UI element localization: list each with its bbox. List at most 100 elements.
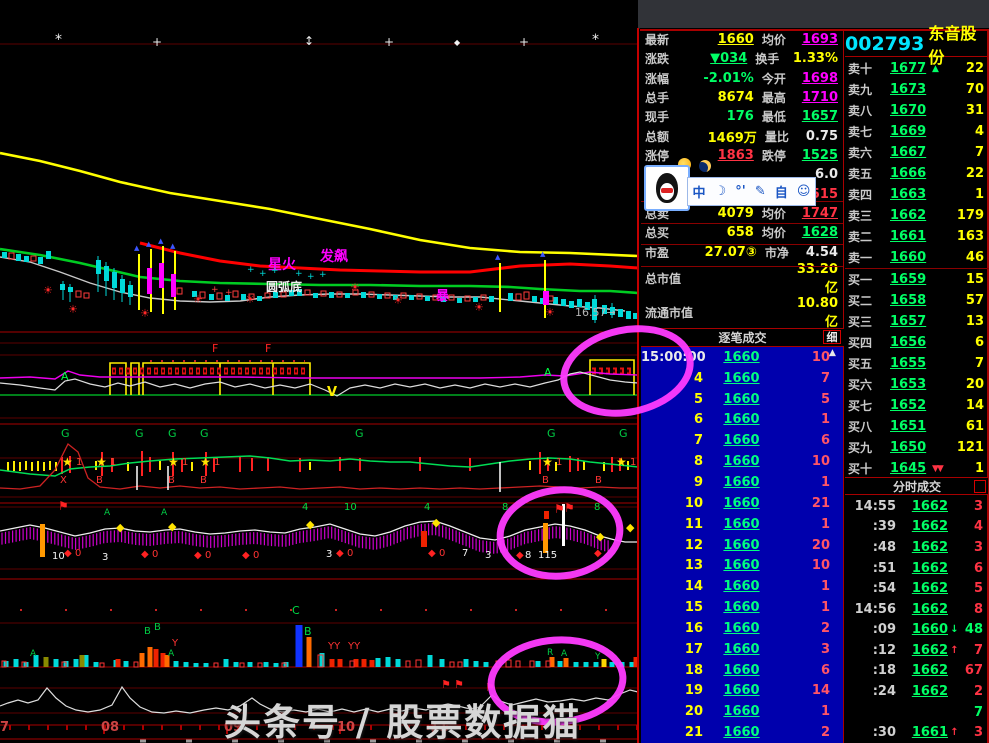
panel-border [641, 223, 843, 224]
tick-volume: 10 [780, 558, 844, 573]
scroll-up-icon[interactable]: ▲ [829, 348, 836, 358]
time-sales-row[interactable]: :51 1662 6 [846, 558, 988, 579]
qq-toolbar-icon[interactable]: °' [735, 184, 745, 199]
quote-label: 市净 [757, 244, 806, 261]
quote-label: 市盈 [641, 244, 694, 261]
tick-row[interactable]: 7 1660 6 [641, 430, 844, 451]
time-sales-row[interactable]: :18 1662 67 [846, 661, 988, 682]
trade-price: 1662 [904, 602, 948, 617]
buy-row[interactable]: 买十 1645 ▼▼ 1 [845, 458, 988, 479]
level-volume: 1 [954, 187, 988, 202]
quote-value: 1747 [802, 206, 843, 221]
buy-row[interactable]: 买八 1651 61 [845, 416, 988, 437]
tick-row[interactable]: 21 1660 2 [641, 722, 844, 743]
qq-toolbar-icon[interactable]: ✎ [755, 184, 766, 199]
sell-row[interactable]: 卖一 1660 46 [845, 247, 988, 268]
quote-value: 27.07③ [694, 245, 756, 260]
level-volume: 4 [954, 124, 988, 139]
tick-row[interactable]: 13 1660 10 [641, 555, 844, 576]
tick-row[interactable]: 20 1660 1 [641, 701, 844, 722]
tick-row[interactable]: 14 1660 1 [641, 576, 844, 597]
detail-button[interactable]: 细 [823, 330, 841, 344]
tick-volume: 10 [780, 454, 844, 469]
quote-value: 176 [693, 109, 754, 124]
buy-row[interactable]: 买二 1658 57 [845, 290, 988, 311]
tick-row[interactable]: 11 1660 1 [641, 514, 844, 535]
level-label: 买一 [845, 271, 890, 288]
level-label: 买七 [845, 397, 890, 414]
tick-row[interactable]: 15:00:00 1660 10 [641, 347, 844, 368]
trade-volume: 67 [961, 663, 988, 678]
tick-row[interactable]: 5 1660 5 [641, 389, 844, 410]
quote-row: 市盈 27.07③ 市净 4.54 [641, 243, 843, 262]
time-sales-row[interactable]: 14:56 1662 8 [846, 599, 988, 620]
chart-area[interactable] [0, 0, 638, 743]
tick-price: 1660 [703, 663, 780, 678]
tick-row[interactable]: 18 1660 6 [641, 660, 844, 681]
sell-row[interactable]: 卖五 1666 22 [845, 163, 988, 184]
tick-row[interactable]: 16 1660 2 [641, 618, 844, 639]
level-price: 1658 [890, 293, 932, 308]
level-label: 卖九 [845, 81, 890, 98]
sell-row[interactable]: 卖四 1663 1 [845, 184, 988, 205]
tick-row[interactable]: 17 1660 3 [641, 639, 844, 660]
sell-row[interactable]: 卖七 1669 4 [845, 121, 988, 142]
level-volume: 6 [954, 335, 988, 350]
tick-volume: 1 [780, 475, 844, 490]
trade-volume: 7 [961, 643, 988, 658]
time-sales-row[interactable]: 7 [846, 702, 988, 723]
buy-row[interactable]: 买四 1656 6 [845, 332, 988, 353]
time-sales-row[interactable]: 14:55 1662 3 [846, 496, 988, 517]
qq-toolbar-icon[interactable]: ☽ [715, 184, 727, 199]
tick-row[interactable]: 15 1660 1 [641, 597, 844, 618]
qq-toolbar-icon[interactable]: 中 [693, 182, 706, 201]
tick-row[interactable]: 9 1660 1 [641, 472, 844, 493]
level-price: 1659 [890, 272, 932, 287]
stock-title: 002793 东音股份 [845, 31, 988, 56]
tick-row[interactable]: 8 1660 10 [641, 451, 844, 472]
time-sales-row[interactable]: :09 1660 ↓ 48 [846, 619, 988, 640]
buy-row[interactable]: 买五 1655 7 [845, 353, 988, 374]
qq-toolbar-icon[interactable]: 自 [775, 182, 788, 201]
sell-row[interactable]: 卖三 1662 179 [845, 205, 988, 226]
tick-volume: 7 [780, 371, 844, 386]
quote-value: 1693 [802, 32, 843, 47]
tick-time: 8 [641, 454, 703, 469]
trade-volume: 2 [961, 684, 988, 699]
qq-widget[interactable] [644, 165, 690, 211]
buy-row[interactable]: 买六 1653 20 [845, 374, 988, 395]
buy-row[interactable]: 买七 1652 14 [845, 395, 988, 416]
tick-row[interactable]: 19 1660 14 [641, 681, 844, 702]
quote-row: 总额 1469万 量比 0.75 [641, 127, 843, 146]
sell-row[interactable]: 卖八 1670 31 [845, 100, 988, 121]
time-sales-row[interactable]: :48 1662 3 [846, 537, 988, 558]
sell-row[interactable]: 卖六 1667 7 [845, 142, 988, 163]
time-sales-row[interactable]: :24 1662 2 [846, 681, 988, 702]
sell-row[interactable]: 卖九 1673 70 [845, 79, 988, 100]
quote-value: 1710 [802, 90, 843, 105]
time-sales-list: 14:55 1662 3 :39 1662 4 :48 1662 3 :51 1… [846, 496, 988, 743]
tick-row[interactable]: 10 1660 21 [641, 493, 844, 514]
time-sales-row[interactable]: :54 1662 5 [846, 578, 988, 599]
buy-row[interactable]: 买三 1657 13 [845, 311, 988, 332]
buy-row[interactable]: 买九 1650 121 [845, 437, 988, 458]
qq-penguin-icon [656, 173, 678, 203]
quote-row: 总买 658 均价 1628 [641, 223, 843, 242]
level-label: 卖二 [845, 228, 890, 245]
time-sales-row[interactable]: :39 1662 4 [846, 517, 988, 538]
qq-toolbar-icon[interactable]: ☺ [797, 184, 811, 199]
tick-row[interactable]: 6 1660 1 [641, 410, 844, 431]
corner-box-icon[interactable] [974, 480, 986, 493]
tick-volume: 1 [780, 412, 844, 427]
time-sales-row[interactable]: :30 1661 ↑ 3 [846, 722, 988, 743]
level-price: 1663 [890, 187, 932, 202]
level-volume: 15 [954, 272, 988, 287]
buy-row[interactable]: 买一 1659 15 [845, 269, 988, 290]
level-price: 1660 [890, 250, 932, 265]
tick-row[interactable]: 12 1660 20 [641, 535, 844, 556]
tick-volume: 21 [780, 496, 844, 511]
time-sales-row[interactable]: :12 1662 ↑ 7 [846, 640, 988, 661]
trade-time: :18 [846, 663, 896, 678]
sell-row[interactable]: 卖二 1661 163 [845, 226, 988, 247]
tick-row[interactable]: 4 1660 7 [641, 368, 844, 389]
